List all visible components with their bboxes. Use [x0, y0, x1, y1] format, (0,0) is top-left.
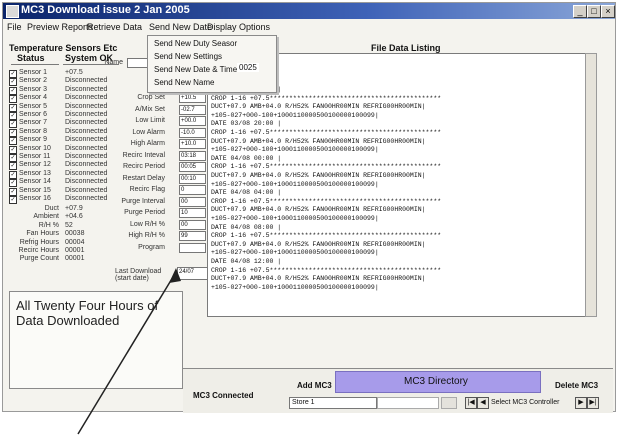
- dropdown-item-settings[interactable]: Send New Settings: [154, 52, 222, 61]
- dropdown-item-name[interactable]: Send New Name: [154, 78, 214, 87]
- dropdown-item-duty-sensor[interactable]: Send New Duty Seasor: [154, 39, 237, 48]
- name-value: 0025: [237, 63, 259, 72]
- dropdown-item-date-time[interactable]: Send New Date & Time: [154, 65, 237, 74]
- annotation-arrow-icon: [77, 268, 181, 435]
